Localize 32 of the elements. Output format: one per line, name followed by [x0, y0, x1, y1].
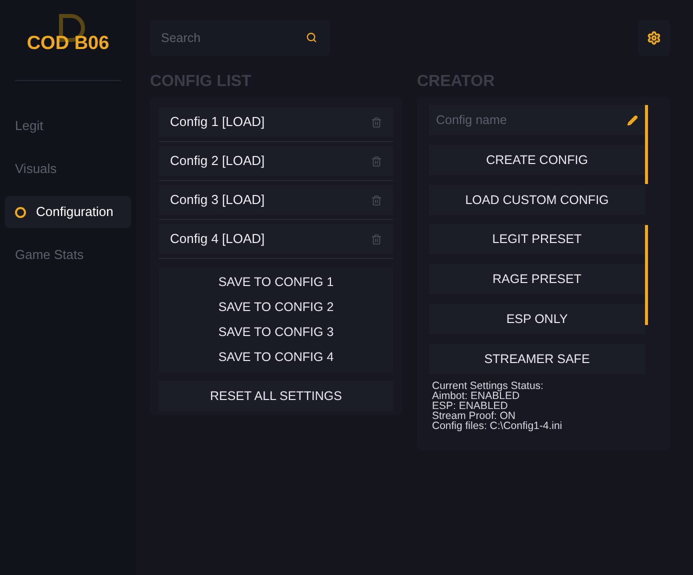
status-line: Current Settings Status:: [432, 381, 544, 391]
preset-button[interactable]: LEGIT PRESET: [429, 224, 645, 254]
config-item[interactable]: Config 1 [LOAD]: [159, 107, 393, 137]
trash-icon[interactable]: [371, 194, 382, 206]
status-line: Config files: C:\Config1-4.ini: [432, 421, 564, 431]
search-icon: [306, 32, 317, 43]
settings-button[interactable]: [638, 20, 670, 56]
load-button[interactable]: LOAD CUSTOM CONFIG: [429, 185, 645, 215]
save-button[interactable]: SAVE TO CONFIG 1: [159, 270, 393, 295]
status-line: ESP: ENABLED: [432, 401, 508, 411]
save-button[interactable]: SAVE TO CONFIG 4: [159, 345, 393, 370]
trash-icon[interactable]: [371, 234, 382, 244]
status-line: Stream Proof: ON: [432, 411, 516, 421]
logo-text: COD B06: [26, 32, 110, 56]
save-button[interactable]: SAVE TO CONFIG 3: [159, 320, 393, 345]
trash-icon[interactable]: [371, 116, 382, 128]
preset-button[interactable]: RAGE PRESET: [429, 264, 645, 294]
preset-button[interactable]: STREAMER SAFE: [429, 344, 645, 374]
create-button[interactable]: CREATE CONFIG: [429, 145, 645, 175]
preset-button[interactable]: ESP ONLY: [429, 304, 645, 334]
search-field[interactable]: Search: [150, 20, 330, 56]
config-item[interactable]: Config 3 [LOAD]: [159, 185, 393, 215]
config-name-field[interactable]: Config name: [429, 105, 645, 135]
config-item[interactable]: Config 4 [LOAD]: [159, 224, 393, 254]
status-line: Aimbot: ENABLED: [432, 391, 521, 401]
config-item[interactable]: Config 2 [LOAD]: [159, 146, 393, 176]
save-button[interactable]: SAVE TO CONFIG 2: [159, 295, 393, 320]
sidebar-item[interactable]: Configuration: [5, 196, 131, 228]
reset-button[interactable]: RESET ALL SETTINGS: [159, 381, 393, 411]
trash-icon[interactable]: [371, 156, 382, 166]
settings-icon: [647, 31, 661, 45]
pencil-icon: [627, 115, 638, 126]
